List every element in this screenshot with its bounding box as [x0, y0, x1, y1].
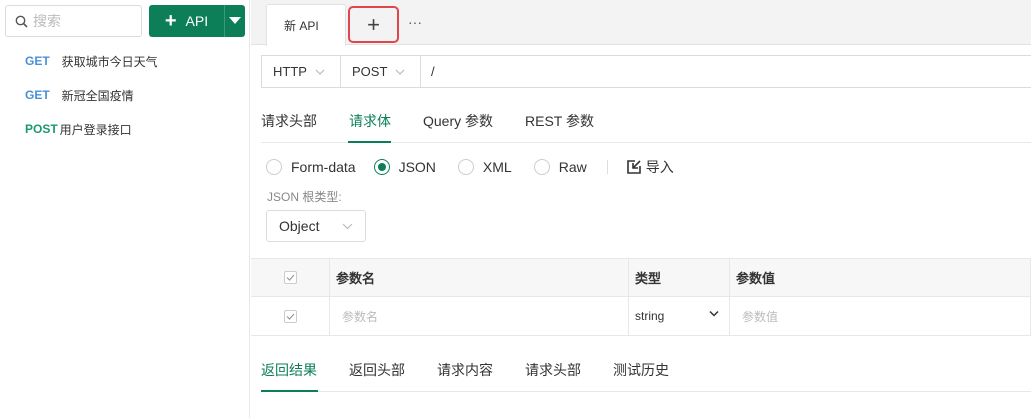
search-input[interactable]: 搜索 [5, 5, 142, 37]
format-option-form-data[interactable]: Form-data [266, 159, 356, 175]
root-type-select[interactable]: Object [266, 210, 366, 242]
tab-bar: 新 API + ··· [251, 0, 1031, 46]
param-name-input[interactable]: 参数名 [330, 297, 629, 335]
new-tab-button[interactable]: + [348, 6, 399, 43]
main-panel: 新 API + ··· HTTP POST / 请求头部 请求体 Query 参… [251, 0, 1031, 418]
add-api-label: API [185, 13, 209, 29]
tab-request-content[interactable]: 请求内容 [437, 360, 493, 380]
plus-icon: + [367, 11, 380, 37]
body-format-group: Form-data JSON XML Raw 导入 [266, 157, 674, 177]
api-list-item[interactable]: GET 新冠全国疫情 [0, 78, 249, 112]
protocol-select[interactable]: HTTP [262, 56, 341, 87]
url-bar: HTTP POST / [261, 55, 1031, 88]
root-type-value: Object [279, 218, 320, 234]
format-option-json[interactable]: JSON [373, 159, 436, 175]
format-label: JSON [398, 159, 436, 175]
tab-response-result[interactable]: 返回结果 [261, 360, 317, 380]
param-type-select[interactable]: string [629, 297, 730, 335]
add-api-dropdown-button[interactable] [225, 17, 245, 25]
param-name-placeholder: 参数名 [342, 309, 379, 324]
plus-icon: + [164, 10, 177, 32]
radio-button-checked[interactable] [373, 159, 390, 175]
header-checkbox-cell [251, 259, 330, 296]
api-method: GET [25, 54, 50, 68]
format-option-xml[interactable]: XML [457, 159, 512, 175]
radio-button[interactable] [457, 159, 474, 175]
api-name: 获取城市今日天气 [61, 54, 158, 69]
api-list: GET 获取城市今日天气 GET 新冠全国疫情 POST 用户登录接口 [0, 44, 249, 146]
tab-response-headers[interactable]: 返回头部 [349, 360, 405, 380]
method-value: POST [352, 64, 388, 79]
row-checkbox[interactable] [283, 309, 297, 323]
tab-request-body[interactable]: 请求体 [349, 111, 391, 131]
select-all-checkbox[interactable] [283, 271, 297, 284]
protocol-value: HTTP [273, 64, 307, 79]
add-api-button[interactable]: + API [149, 5, 224, 37]
tab-request-headers[interactable]: 请求头部 [261, 111, 317, 131]
add-api-button-group: + API [149, 5, 245, 37]
format-label: Form-data [291, 159, 356, 175]
method-select[interactable]: POST [341, 56, 421, 87]
import-icon [626, 160, 641, 174]
url-path-input[interactable]: / [421, 64, 435, 79]
format-label: Raw [558, 159, 587, 175]
check-icon [286, 313, 294, 320]
param-value-input[interactable]: 参数值 [730, 297, 1031, 335]
import-button[interactable]: 导入 [626, 157, 674, 177]
request-subtabs: 请求头部 请求体 Query 参数 REST 参数 [261, 97, 1031, 143]
chevron-down-icon [395, 69, 405, 75]
column-header-name: 参数名 [330, 259, 629, 296]
chevron-down-icon [315, 69, 325, 75]
column-header-type: 类型 [629, 259, 730, 296]
tab-request-headers-result[interactable]: 请求头部 [525, 360, 581, 380]
search-icon [15, 15, 28, 28]
radio-button[interactable] [266, 159, 282, 175]
api-method: POST [25, 122, 58, 136]
caret-down-icon [229, 17, 241, 24]
chevron-down-icon [342, 223, 353, 229]
tab-rest-params[interactable]: REST 参数 [525, 111, 594, 131]
api-list-item[interactable]: POST 用户登录接口 [0, 112, 249, 146]
tab-new-api[interactable]: 新 API [266, 4, 346, 46]
api-name: 用户登录接口 [59, 122, 132, 137]
params-table: 参数名 类型 参数值 参数名 string 参数值 [251, 258, 1031, 336]
table-header-row: 参数名 类型 参数值 [251, 258, 1031, 297]
import-label: 导入 [645, 159, 674, 175]
active-tab-indicator [348, 141, 391, 143]
api-name: 新冠全国疫情 [61, 88, 134, 103]
param-value-placeholder: 参数值 [742, 309, 779, 324]
param-type-value: string [635, 309, 665, 323]
format-label: XML [482, 159, 512, 175]
more-tabs-button[interactable]: ··· [408, 14, 422, 30]
check-icon [286, 274, 294, 281]
radio-button[interactable] [533, 159, 550, 175]
table-row: 参数名 string 参数值 [251, 297, 1031, 336]
response-tabs: 返回结果 返回头部 请求内容 请求头部 测试历史 [261, 347, 1031, 392]
divider [606, 160, 608, 174]
root-type-label: JSON 根类型: [267, 190, 342, 204]
api-list-item[interactable]: GET 获取城市今日天气 [0, 44, 249, 78]
column-header-value: 参数值 [730, 259, 1031, 296]
row-checkbox-cell [251, 297, 330, 335]
search-placeholder: 搜索 [33, 13, 61, 29]
api-method: GET [25, 88, 50, 102]
tab-test-history[interactable]: 测试历史 [613, 360, 669, 380]
format-option-raw[interactable]: Raw [533, 159, 587, 175]
active-tab-indicator [261, 390, 318, 392]
tab-query-params[interactable]: Query 参数 [423, 111, 493, 131]
chevron-down-icon [709, 310, 719, 317]
sidebar: 搜索 + API GET 获取城市今日天气 GET 新冠全国疫情 POST 用户… [0, 0, 250, 418]
